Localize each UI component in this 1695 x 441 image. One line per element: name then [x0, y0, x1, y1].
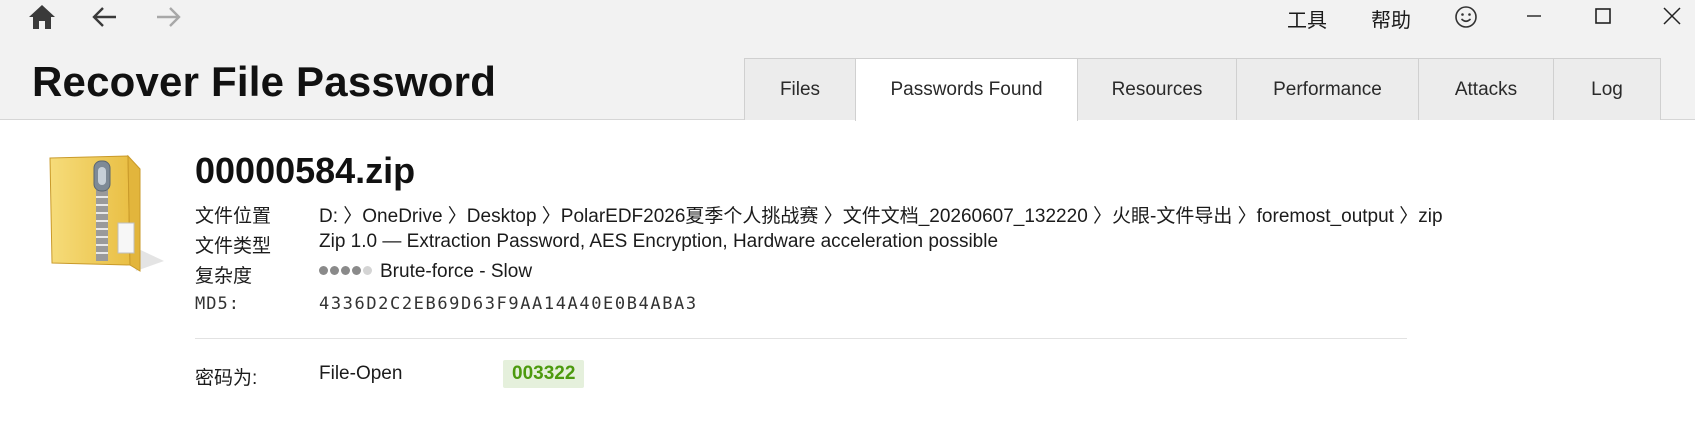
- complexity-dot-empty: [363, 266, 372, 275]
- minimize-button[interactable]: [1511, 0, 1557, 32]
- home-button[interactable]: [20, 0, 64, 34]
- md5-value: 4336D2C2EB69D63F9AA14A40E0B4ABA3: [319, 294, 698, 314]
- minimize-icon: [1527, 15, 1541, 17]
- tab-files[interactable]: Files: [744, 58, 856, 120]
- complexity-label: 复杂度: [195, 266, 253, 287]
- divider: [195, 338, 1407, 339]
- password-label: 密码为:: [195, 368, 258, 389]
- tab-bar: Files Passwords Found Resources Performa…: [744, 58, 1661, 121]
- close-icon: [1663, 7, 1681, 25]
- file-type-label: 文件类型: [195, 236, 272, 257]
- complexity-dot-filled: [319, 266, 328, 275]
- tab-attacks[interactable]: Attacks: [1418, 58, 1554, 120]
- home-icon: [29, 5, 55, 29]
- title-bar: 工具 帮助 Recover File Password Files Passwo…: [0, 0, 1695, 121]
- tab-passwords-found[interactable]: Passwords Found: [855, 58, 1078, 121]
- tab-resources[interactable]: Resources: [1077, 58, 1237, 120]
- complexity-dot-filled: [330, 266, 339, 275]
- complexity-meter: [319, 261, 374, 283]
- back-button[interactable]: [83, 0, 127, 34]
- feedback-button[interactable]: [1444, 0, 1488, 34]
- complexity-value: Brute-force - Slow: [380, 261, 533, 282]
- menu-tools[interactable]: 工具: [1287, 4, 1327, 33]
- smiley-icon: [1455, 6, 1477, 28]
- forward-button[interactable]: [146, 0, 190, 34]
- password-kind: File-Open: [319, 363, 403, 384]
- menu-help[interactable]: 帮助: [1371, 4, 1411, 33]
- page-title: Recover File Password: [32, 58, 497, 105]
- close-button[interactable]: [1649, 0, 1695, 32]
- password-value[interactable]: 003322: [503, 360, 585, 388]
- complexity-dot-filled: [352, 266, 361, 275]
- forward-arrow-icon: [157, 7, 181, 27]
- tab-log[interactable]: Log: [1553, 58, 1661, 120]
- back-arrow-icon: [92, 7, 116, 27]
- file-name: 00000584.zip: [195, 150, 416, 191]
- tab-performance[interactable]: Performance: [1236, 58, 1419, 120]
- file-type-value: Zip 1.0 — Extraction Password, AES Encry…: [319, 231, 999, 252]
- zip-folder-icon: [49, 154, 164, 272]
- complexity-dot-filled: [341, 266, 350, 275]
- file-location-label: 文件位置: [195, 206, 272, 227]
- maximize-button[interactable]: [1580, 0, 1626, 32]
- file-location-path[interactable]: D: 〉OneDrive 〉Desktop 〉PolarEDF2026夏季个人挑…: [319, 201, 1443, 228]
- md5-label: MD5:: [195, 294, 240, 314]
- maximize-icon: [1595, 8, 1611, 24]
